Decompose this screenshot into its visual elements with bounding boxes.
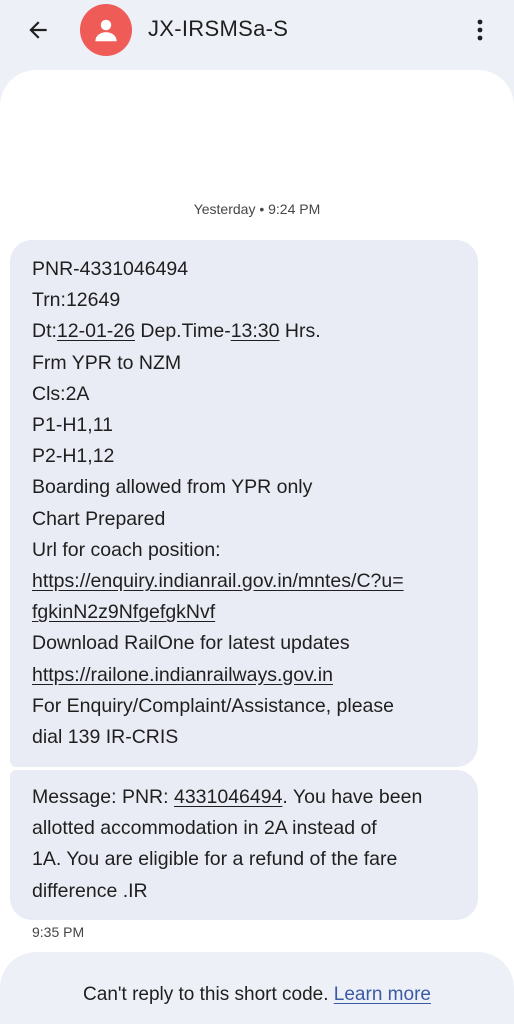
message2-prefix: Message: PNR: <box>32 786 174 808</box>
message2-line-1: Message: PNR: 4331046494. You have been <box>32 782 456 813</box>
message-bubble[interactable]: Message: PNR: 4331046494. You have been … <box>10 770 478 920</box>
contact-name[interactable]: JX-IRSMSa-S <box>148 16 288 42</box>
message2-line-3: 1A. You are eligible for a refund of the… <box>32 848 398 871</box>
message2-suffix: . You have been <box>282 786 423 808</box>
date-link[interactable]: 12-01-26 <box>57 320 135 342</box>
hrs-label: Hrs. <box>279 320 321 343</box>
coach-position-link-cont[interactable]: fgkinN2z9NfgefgkNvf <box>32 601 215 623</box>
train-line: Trn:12649 <box>32 289 121 312</box>
passenger-2-line: P2-H1,12 <box>32 445 115 468</box>
enquiry-line-1: For Enquiry/Complaint/Assistance, please <box>32 694 394 717</box>
more-vert-icon <box>477 19 483 41</box>
learn-more-link[interactable]: Learn more <box>334 984 431 1005</box>
dep-label: Dep.Time- <box>134 320 231 343</box>
message-time: 9:35 PM <box>32 924 85 940</box>
reply-disabled-bar: Can't reply to this short code. Learn mo… <box>0 952 514 1024</box>
person-icon <box>95 19 117 42</box>
class-line: Cls:2A <box>32 382 90 405</box>
coach-url-line-1: https://enquiry.indianrail.gov.in/mntes/… <box>32 566 456 597</box>
railone-url-line: https://railone.indianrailways.gov.in <box>32 660 456 691</box>
reply-disabled-text: Can't reply to this short code. <box>83 984 329 1005</box>
date-line: Dt:12-01-26 Dep.Time-13:30 Hrs. <box>32 316 456 347</box>
back-button[interactable] <box>18 12 58 48</box>
boarding-line: Boarding allowed from YPR only <box>32 476 313 499</box>
route-line: Frm YPR to NZM <box>32 351 182 374</box>
time-link[interactable]: 13:30 <box>231 320 280 342</box>
chart-status-line: Chart Prepared <box>32 507 166 530</box>
pnr-line: PNR-4331046494 <box>32 258 189 280</box>
enquiry-line-2: dial 139 IR-CRIS <box>32 726 179 749</box>
coach-url-line-2: fgkinN2z9NfgefgkNvf <box>32 597 456 628</box>
app-bar: JX-IRSMSa-S <box>0 0 514 62</box>
railone-link[interactable]: https://railone.indianrailways.gov.in <box>32 664 333 686</box>
arrow-back-icon <box>29 21 47 39</box>
reply-disabled-notice: Can't reply to this short code. Learn mo… <box>0 984 514 1006</box>
avatar[interactable] <box>80 4 132 56</box>
more-options-button[interactable] <box>464 12 496 48</box>
pnr-number-link[interactable]: 4331046494 <box>174 786 282 808</box>
message-bubble[interactable]: PNR-4331046494 Trn:12649 Dt:12-01-26 Dep… <box>10 240 478 767</box>
coach-position-link[interactable]: https://enquiry.indianrail.gov.in/mntes/… <box>32 570 404 592</box>
download-line: Download RailOne for latest updates <box>32 632 350 655</box>
date-prefix: Dt: <box>32 320 57 343</box>
url-label-line: Url for coach position: <box>32 538 221 561</box>
passenger-1-line: P1-H1,11 <box>32 414 113 437</box>
message2-line-2: allotted accommodation in 2A instead of <box>32 817 377 840</box>
date-timestamp: Yesterday • 9:24 PM <box>193 201 321 217</box>
message2-line-4: difference .IR <box>32 879 148 902</box>
